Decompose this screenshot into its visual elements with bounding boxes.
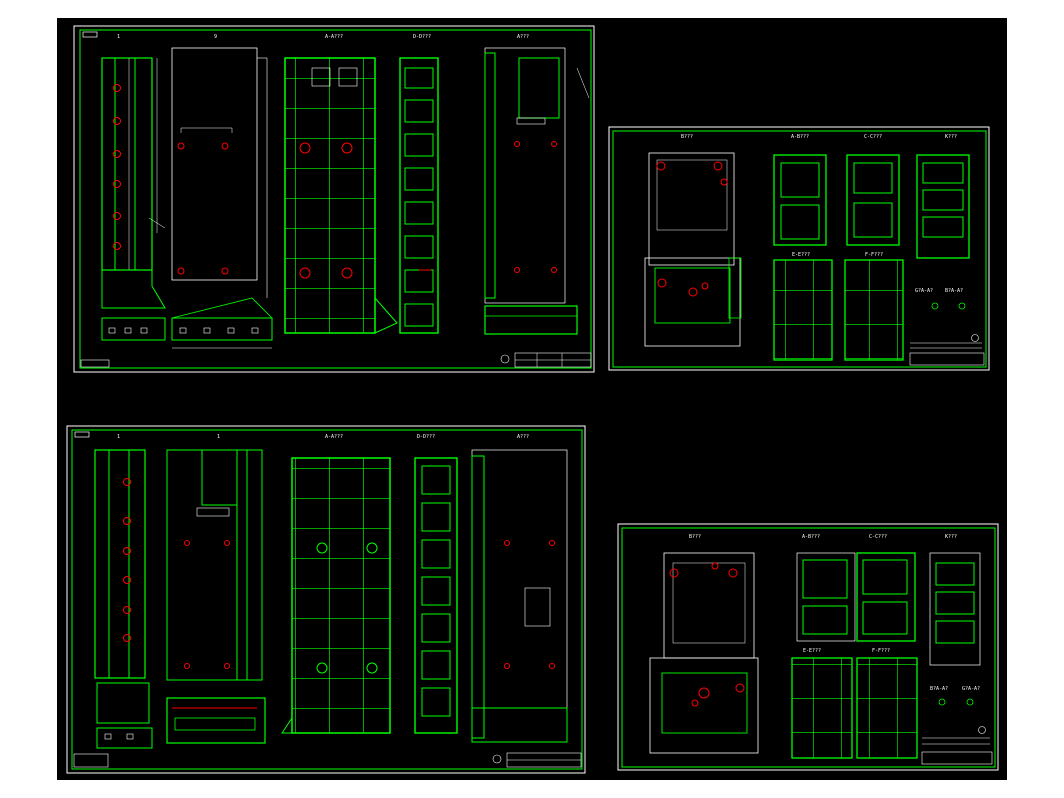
side-view-column [101,57,166,341]
view-label: B??? [689,534,701,540]
sheet-bottom-left[interactable]: 1 1 A-A??? D-D??? A??? [66,425,586,774]
section-view-narrow [414,457,458,734]
auxiliary-view [484,47,590,335]
view-label: A??? [517,34,529,40]
title-block [921,726,993,765]
drawing-svg: 1 9 A-A??? D-D??? A??? B??? A-B??? C-C??… [66,25,999,774]
base-plan-view [649,552,759,754]
view-label: B?A-A? [945,288,963,294]
cad-viewer-page: 1 9 A-A??? D-D??? A??? B??? A-B??? C-C??… [0,0,1064,798]
view-label: A-A??? [325,434,343,440]
view-label: D-D??? [417,434,435,440]
view-label: A??? [517,434,529,440]
view-label: A-B??? [802,534,820,540]
section-view-lower [791,657,974,759]
view-label: A-A??? [325,34,343,40]
section-view-narrow [399,57,439,334]
view-label: C-C??? [869,534,887,540]
view-label: C-C??? [864,134,882,140]
auxiliary-view [471,449,568,743]
view-label: F-F??? [865,252,883,258]
view-label: B?A-A? [930,686,948,692]
view-label: F-F??? [872,648,890,654]
view-label: G?A-A? [962,686,980,692]
cad-drawing-canvas[interactable]: 1 9 A-A??? D-D??? A??? B??? A-B??? C-C??… [57,18,1007,780]
view-label: 1 [217,434,220,440]
view-label: E-E??? [803,648,821,654]
view-label: K??? [945,134,957,140]
sheet-top-left[interactable]: 1 9 A-A??? D-D??? A??? [73,25,595,373]
base-plan-view [644,152,742,347]
section-view-lower [773,259,966,361]
title-block [73,752,582,768]
section-view-box [773,154,970,259]
front-view-panel [166,449,266,744]
view-label: K??? [945,534,957,540]
section-view-grid [281,457,391,734]
side-view-column [94,449,153,749]
section-view-grid [284,57,398,334]
sheet-bottom-right[interactable]: B??? A-B??? C-C??? K??? E-E??? F-F??? B?… [617,523,999,771]
front-view-panel [171,47,273,349]
title-block [909,334,985,366]
view-label: D-D??? [413,34,431,40]
view-label: 1 [117,434,120,440]
view-label: G?A-A? [915,288,933,294]
view-label: 9 [214,34,217,40]
view-label: 1 [117,34,120,40]
view-label: E-E??? [792,252,810,258]
sheet-top-right[interactable]: B??? A-B??? C-C??? K??? E-E??? F-F??? G?… [608,126,990,371]
title-block [80,352,592,368]
view-label: B??? [681,134,693,140]
view-label: A-B??? [791,134,809,140]
